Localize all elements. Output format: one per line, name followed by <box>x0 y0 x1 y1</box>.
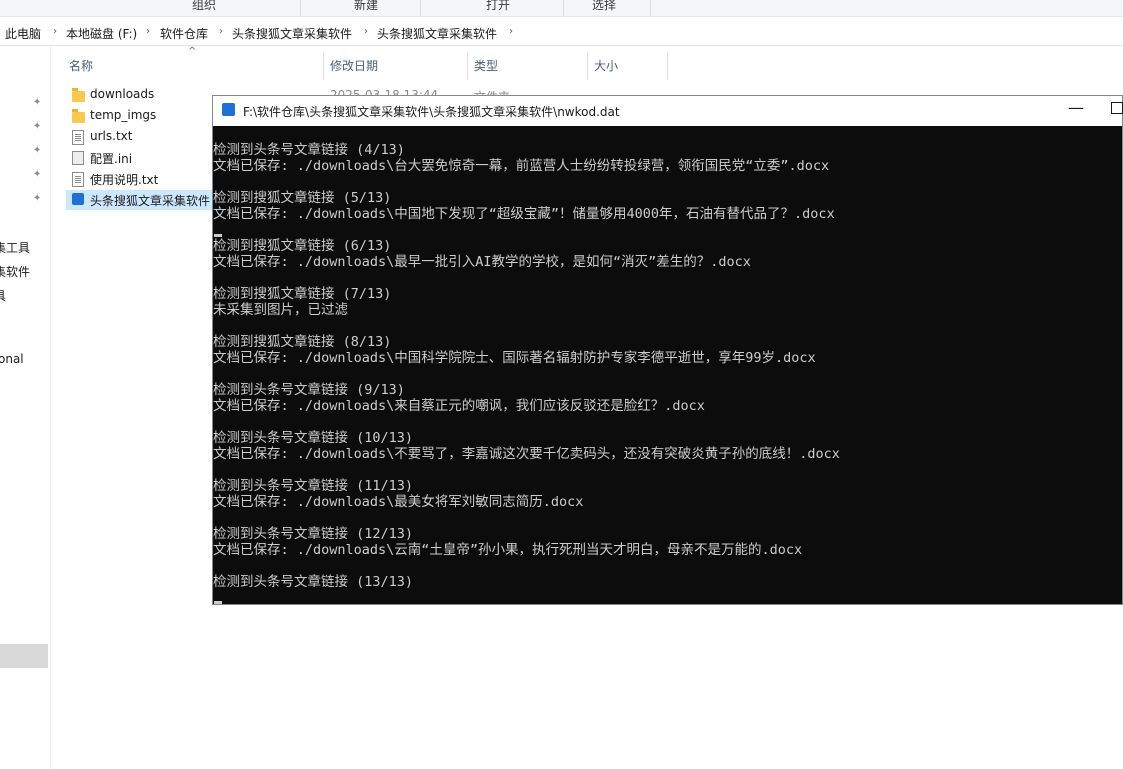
console-line: 文档已保存: ./downloads\最早一批引入AI教学的学校，是如何“消灭”… <box>213 254 751 270</box>
app-icon <box>222 103 235 116</box>
ribbon-group-organize[interactable]: 组织 <box>192 0 216 13</box>
console-output[interactable]: 检测到头条号文章链接 (4/13) 文档已保存: ./downloads\台大罢… <box>213 126 1122 604</box>
file-name: temp_imgs <box>90 108 157 122</box>
console-line: 检测到头条号文章链接 (9/13) <box>213 382 405 398</box>
app-icon <box>72 193 84 205</box>
console-line: 文档已保存: ./downloads\中国地下发现了“超级宝藏”！储量够用400… <box>213 206 835 222</box>
ribbon-divider <box>650 0 651 16</box>
file-name: 头条搜狐文章采集软件 <box>90 194 211 208</box>
file-row-downloads[interactable]: downloads <box>66 85 216 105</box>
breadcrumb-software-repo[interactable]: 软件仓库 <box>160 25 208 42</box>
file-row-app[interactable]: 头条搜狐文章采集软件 <box>66 190 216 210</box>
pin-icon[interactable]: ✦ <box>33 97 41 108</box>
breadcrumb-drive[interactable]: 本地磁盘 (F:) <box>66 25 137 42</box>
console-line: 检测到头条号文章链接 (10/13) <box>213 430 414 446</box>
console-line: 文档已保存: ./downloads\不要骂了，李嘉诚这次要千亿卖码头，还没有突… <box>213 446 840 462</box>
column-divider[interactable] <box>587 52 588 80</box>
nav-item-collect-software[interactable]: 集软件 <box>0 263 30 280</box>
file-row-readme[interactable]: 使用说明.txt <box>66 169 216 189</box>
file-row-config[interactable]: 配置.ini <box>66 148 216 168</box>
console-titlebar[interactable]: F:\软件仓库\头条搜狐文章采集软件\头条搜狐文章采集软件\nwkod.dat … <box>213 96 1123 126</box>
ribbon-group-open[interactable]: 打开 <box>486 0 510 13</box>
console-line: 检测到搜狐文章链接 (7/13) <box>213 286 392 302</box>
column-divider[interactable] <box>667 52 668 80</box>
chevron-right-icon[interactable]: › <box>219 26 223 37</box>
console-line: 文档已保存: ./downloads\中国科学院院士、国际著名辐射防护专家李德平… <box>213 350 816 366</box>
pin-icon[interactable]: ✦ <box>33 193 41 204</box>
sort-ascending-icon: ^ <box>188 46 197 57</box>
console-line: 文档已保存: ./downloads\最美女将军刘敏同志简历.docx <box>213 494 584 510</box>
file-row-urls[interactable]: urls.txt <box>66 127 216 147</box>
ribbon-group-new[interactable]: 新建 <box>354 0 378 13</box>
ribbon-bar: 组织 新建 打开 选择 <box>0 0 1123 17</box>
console-line: 文档已保存: ./downloads\来自蔡正元的嘲讽，我们应该反驳还是脸红？.… <box>213 398 705 414</box>
chevron-right-icon[interactable]: › <box>146 26 150 37</box>
console-line: 检测到头条号文章链接 (11/13) <box>213 478 414 494</box>
nav-item-tools[interactable]: 具 <box>0 287 6 304</box>
console-window[interactable]: F:\软件仓库\头条搜狐文章采集软件\头条搜狐文章采集软件\nwkod.dat … <box>212 95 1123 605</box>
text-cursor <box>214 601 222 604</box>
ribbon-group-select[interactable]: 选择 <box>592 0 616 13</box>
nav-item-collect-tools[interactable]: 集工具 <box>0 239 30 256</box>
column-header-name[interactable]: 名称 <box>69 57 93 74</box>
console-line: 检测到头条号文章链接 (12/13) <box>213 526 414 542</box>
text-file-icon <box>72 172 84 187</box>
nav-item-selected[interactable] <box>0 644 48 668</box>
column-header-type[interactable]: 类型 <box>474 57 498 74</box>
chevron-right-icon[interactable]: › <box>53 26 57 37</box>
console-line: 未采集到图片，已过滤 <box>213 302 348 318</box>
file-name: downloads <box>90 87 155 101</box>
minimize-icon[interactable]: — <box>1068 98 1084 117</box>
file-name: urls.txt <box>90 129 133 143</box>
file-name: 使用说明.txt <box>90 173 159 187</box>
column-header-size[interactable]: 大小 <box>594 57 618 74</box>
column-header-modified[interactable]: 修改日期 <box>330 57 378 74</box>
console-title: F:\软件仓库\头条搜狐文章采集软件\头条搜狐文章采集软件\nwkod.dat <box>243 105 620 119</box>
console-line: 检测到搜狐文章链接 (5/13) <box>213 190 392 206</box>
nav-item-personal[interactable]: onal <box>0 352 24 366</box>
console-line: 检测到搜狐文章链接 (8/13) <box>213 334 392 350</box>
console-line: 检测到搜狐文章链接 (6/13) <box>213 238 392 254</box>
chevron-right-icon[interactable]: › <box>509 26 513 37</box>
chevron-right-icon[interactable]: › <box>364 26 368 37</box>
column-divider[interactable] <box>323 52 324 80</box>
pin-icon[interactable]: ✦ <box>33 169 41 180</box>
breadcrumb-this-pc[interactable]: 此电脑 <box>5 25 41 42</box>
breadcrumb-app-subfolder[interactable]: 头条搜狐文章采集软件 <box>377 25 497 42</box>
ribbon-divider <box>563 0 564 16</box>
console-line: 检测到头条号文章链接 (4/13) <box>213 142 405 158</box>
console-line: 文档已保存: ./downloads\台大罢免惊奇一幕，前蓝营人士纷纷转投绿营，… <box>213 158 830 174</box>
folder-icon <box>72 109 85 123</box>
text-cursor <box>214 234 222 237</box>
file-row-temp-imgs[interactable]: temp_imgs <box>66 106 216 126</box>
maximize-icon[interactable] <box>1111 102 1123 114</box>
breadcrumb-app-folder[interactable]: 头条搜狐文章采集软件 <box>232 25 352 42</box>
address-bar[interactable]: 此电脑 › 本地磁盘 (F:) › 软件仓库 › 头条搜狐文章采集软件 › 头条… <box>0 20 1123 46</box>
pin-icon[interactable]: ✦ <box>33 121 41 132</box>
ribbon-divider <box>420 0 421 16</box>
column-divider[interactable] <box>467 52 468 80</box>
navigation-pane: ✦ ✦ ✦ ✦ ✦ 集工具 集软件 具 onal <box>0 46 51 769</box>
ribbon-divider <box>300 0 301 16</box>
settings-file-icon <box>72 151 84 165</box>
file-name: 配置.ini <box>90 152 133 166</box>
pin-icon[interactable]: ✦ <box>33 145 41 156</box>
text-file-icon <box>72 130 84 145</box>
folder-icon <box>72 88 85 102</box>
console-line: 文档已保存: ./downloads\云南“土皇帝”孙小果，执行死刑当天才明白，… <box>213 542 803 558</box>
console-line: 检测到头条号文章链接 (13/13) <box>213 574 414 590</box>
